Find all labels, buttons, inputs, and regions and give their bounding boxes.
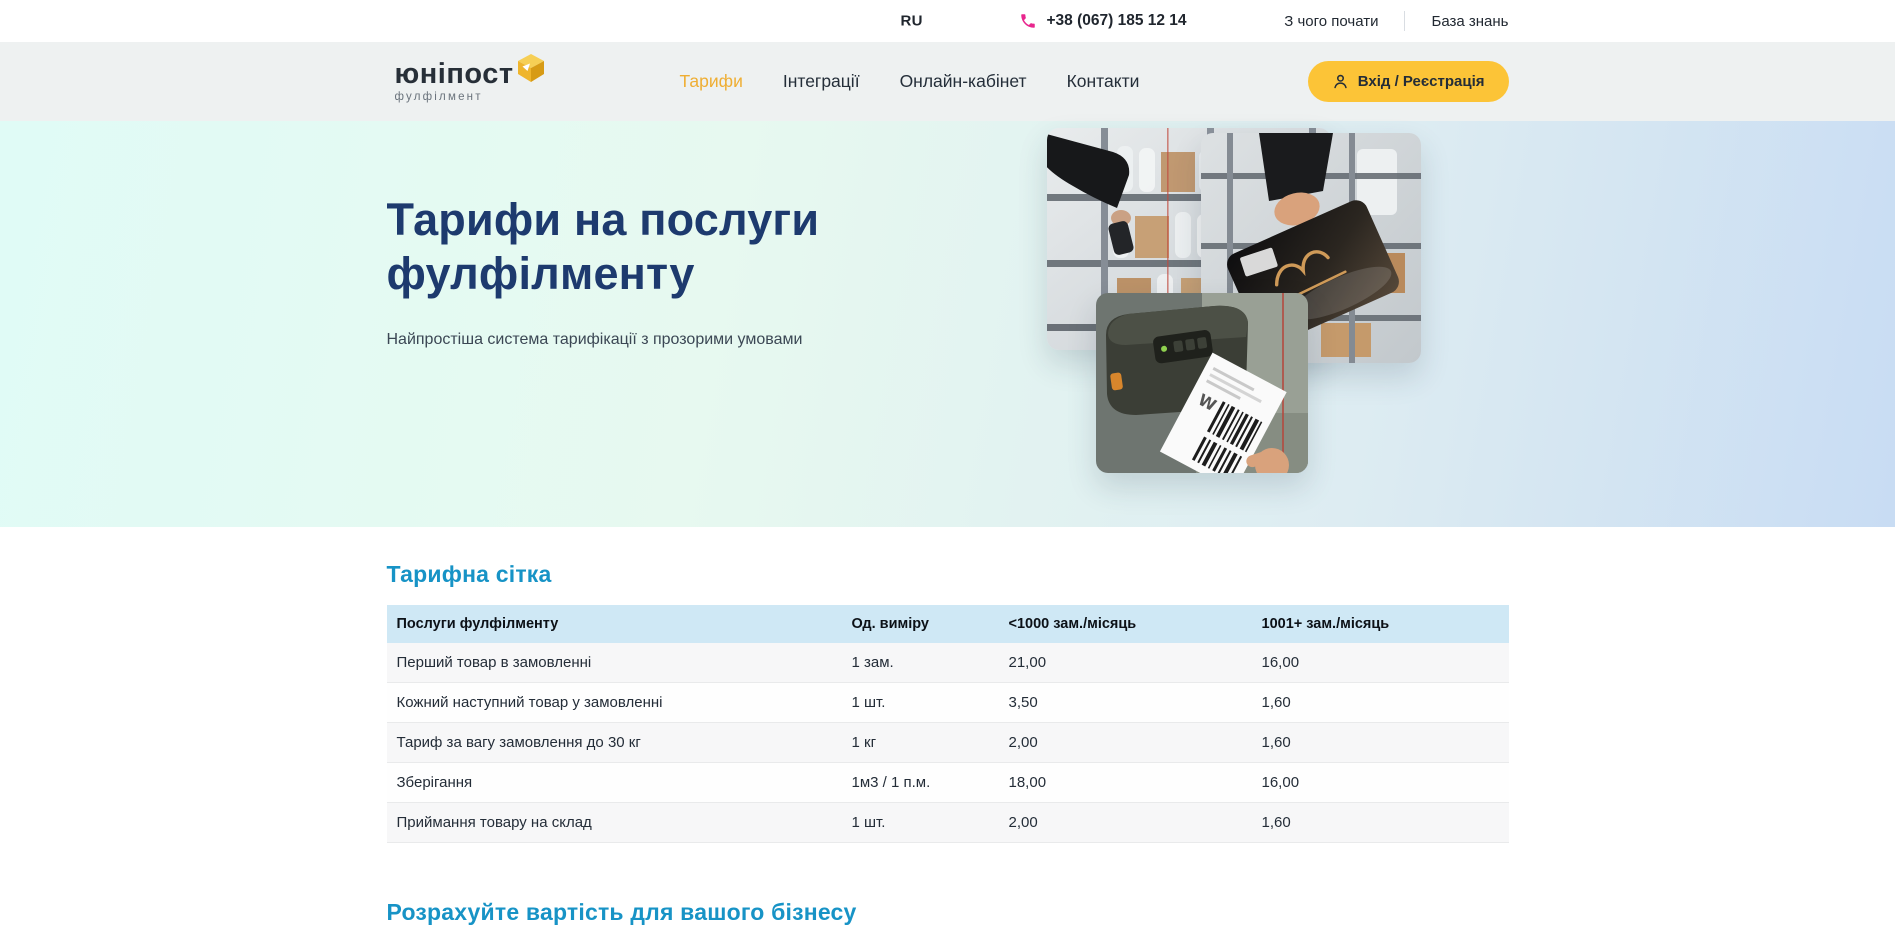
table-row: Тариф за вагу замовлення до 30 кг 1 кг 2… xyxy=(387,723,1509,763)
nav-online-cabinet[interactable]: Онлайн-кабінет xyxy=(900,71,1027,92)
tariff-table: Послуги фулфілменту Од. виміру <1000 зам… xyxy=(387,605,1509,843)
hero-section: Тарифи на послуги фулфілменту Найпростіш… xyxy=(0,121,1895,527)
gold-cube-arrow-icon xyxy=(516,53,546,82)
calculator-heading: Розрахуйте вартість для вашого бізнесу xyxy=(387,899,1509,926)
phone-link[interactable]: +38 (067) 185 12 14 xyxy=(1019,12,1187,30)
logo-tagline: фулфілмент xyxy=(395,92,546,104)
pricing-section: Тарифна сітка Послуги фулфілменту Од. ви… xyxy=(0,527,1895,938)
col-unit: Од. виміру xyxy=(842,605,999,643)
topbar-links: З чого почати База знань xyxy=(1284,11,1508,31)
header: юніпост фулфілмент Тарифи Інтеграції Онл… xyxy=(0,42,1895,121)
nav-tariffs[interactable]: Тарифи xyxy=(680,71,743,92)
user-icon xyxy=(1332,73,1349,90)
login-button-label: Вхід / Реєстрація xyxy=(1358,73,1485,90)
logo[interactable]: юніпост фулфілмент xyxy=(395,60,546,104)
main-nav: Тарифи Інтеграції Онлайн-кабінет Контакт… xyxy=(680,71,1140,92)
topbar-link-get-started[interactable]: З чого почати xyxy=(1284,13,1378,30)
table-header-row: Послуги фулфілменту Од. виміру <1000 зам… xyxy=(387,605,1509,643)
topbar-divider xyxy=(1404,11,1405,31)
table-row: Кожний наступний товар у замовленні 1 шт… xyxy=(387,683,1509,723)
topbar: RU +38 (067) 185 12 14 З чого почати Баз… xyxy=(0,0,1895,42)
language-selector[interactable]: RU xyxy=(901,13,923,30)
table-row: Зберігання 1м3 / 1 п.м. 18,00 16,00 xyxy=(387,763,1509,803)
pricing-heading: Тарифна сітка xyxy=(387,561,1509,588)
table-row: Приймання товару на склад 1 шт. 2,00 1,6… xyxy=(387,803,1509,843)
col-under-1000: <1000 зам./місяць xyxy=(999,605,1252,643)
col-service: Послуги фулфілменту xyxy=(387,605,842,643)
page-title: Тарифи на послуги фулфілменту xyxy=(387,121,917,301)
phone-number: +38 (067) 185 12 14 xyxy=(1047,12,1187,30)
phone-icon xyxy=(1019,12,1037,30)
logo-text: юніпост xyxy=(395,60,514,89)
label-printer-photo: W xyxy=(1096,293,1308,473)
nav-integrations[interactable]: Інтеграції xyxy=(783,71,860,92)
col-over-1001: 1001+ зам./місяць xyxy=(1252,605,1509,643)
login-register-button[interactable]: Вхід / Реєстрація xyxy=(1308,61,1509,102)
nav-contacts[interactable]: Контакти xyxy=(1067,71,1140,92)
topbar-link-knowledge-base[interactable]: База знань xyxy=(1431,13,1508,30)
page: RU +38 (067) 185 12 14 З чого почати Баз… xyxy=(0,0,1895,938)
table-row: Перший товар в замовленні 1 зам. 21,00 1… xyxy=(387,643,1509,683)
